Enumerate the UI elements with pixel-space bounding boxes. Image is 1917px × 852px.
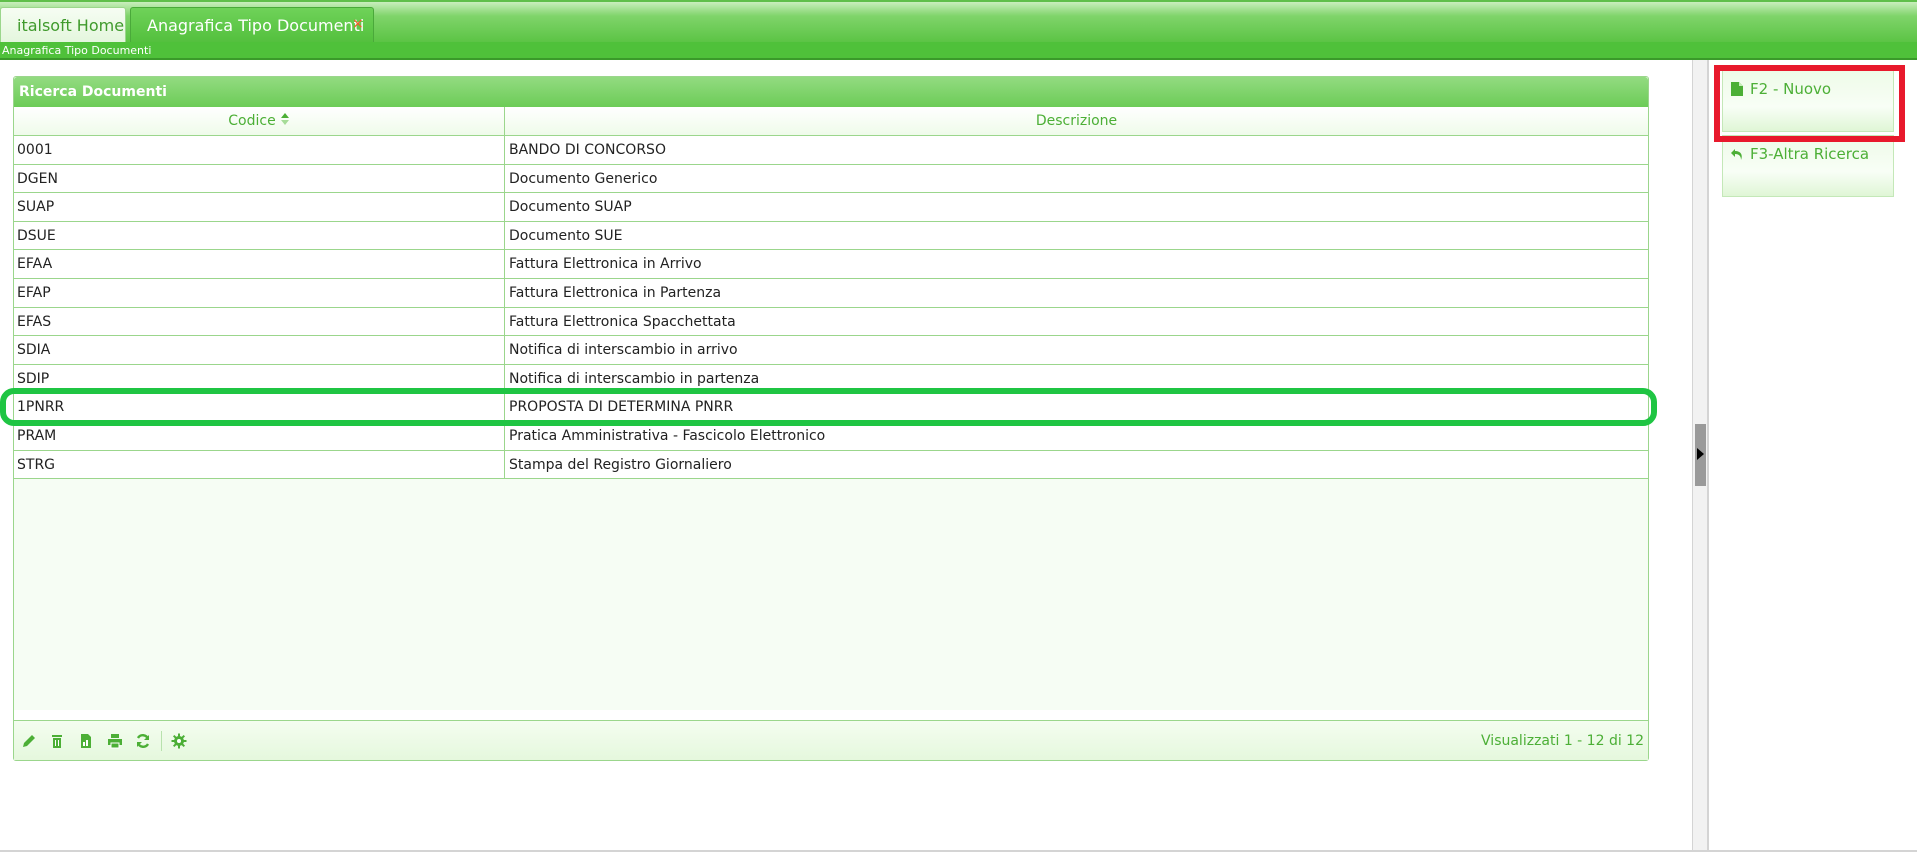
- gear-icon[interactable]: [171, 733, 187, 749]
- cell-code: PRAM: [14, 421, 505, 450]
- column-header-descrizione[interactable]: Descrizione: [505, 107, 1648, 136]
- cell-description: Stampa del Registro Giornaliero: [509, 456, 732, 473]
- table-row[interactable]: PRAM Pratica Amministrativa - Fascicolo E…: [14, 421, 1648, 451]
- table-row[interactable]: STRG Stampa del Registro Giornaliero: [14, 450, 1648, 480]
- grid-footer: Visualizzati 1 - 12 di 12: [14, 720, 1648, 760]
- cell-description: Documento Generico: [509, 170, 658, 187]
- export-icon[interactable]: [78, 733, 94, 749]
- tab-italsoft-home[interactable]: italsoft Home: [0, 7, 126, 44]
- highlight-new-button-annotation: [1714, 65, 1905, 142]
- actions-panel: F2 - Nuovo F3-Altra Ricerca: [1708, 60, 1917, 852]
- breadcrumb-bar: Anagrafica Tipo Documenti: [0, 42, 1917, 60]
- cell-code: 0001: [14, 136, 505, 164]
- table-row[interactable]: EFAA Fattura Elettronica in Arrivo: [14, 250, 1648, 279]
- cell-description: Fattura Elettronica in Partenza: [509, 284, 722, 301]
- cell-description: Documento SUE: [509, 227, 623, 244]
- other-search-button-label: F3-Altra Ricerca: [1750, 145, 1870, 163]
- cell-description: BANDO DI CONCORSO: [509, 142, 666, 158]
- column-header-codice-label: Codice: [228, 113, 276, 129]
- cell-code: SUAP: [14, 193, 505, 222]
- trash-icon[interactable]: [49, 733, 65, 749]
- tab-home-label: italsoft Home: [17, 16, 125, 35]
- table-row[interactable]: 0001 BANDO DI CONCORSO: [14, 136, 1648, 165]
- tab-active-label: Anagrafica Tipo Documenti: [147, 16, 365, 35]
- table-header: Codice Descrizione: [14, 107, 1648, 136]
- table-row[interactable]: EFAS Fattura Elettronica Spacchettata: [14, 307, 1648, 337]
- table-row[interactable]: DGEN Documento Generico: [14, 164, 1648, 194]
- tab-anagrafica-tipo-documenti[interactable]: Anagrafica Tipo Documenti: [130, 7, 374, 44]
- other-search-button[interactable]: F3-Altra Ricerca: [1722, 135, 1894, 197]
- undo-icon: [1731, 149, 1742, 160]
- column-header-descrizione-label: Descrizione: [1035, 113, 1118, 129]
- tab-bar: italsoft Home Anagrafica Tipo Documenti …: [0, 0, 1917, 44]
- sort-icon[interactable]: [280, 112, 290, 126]
- cell-code: EFAS: [14, 307, 505, 336]
- cell-code: DSUE: [14, 221, 505, 250]
- chevron-right-icon[interactable]: [1697, 448, 1704, 460]
- cell-code: SDIA: [14, 336, 505, 365]
- cell-code: EFAP: [14, 278, 505, 307]
- table-row[interactable]: SDIA Notifica di interscambio in arrivo: [14, 336, 1648, 365]
- panel-splitter[interactable]: [1692, 60, 1708, 852]
- close-tab-icon[interactable]: ×: [352, 17, 364, 31]
- cell-description: Documento SUAP: [509, 199, 632, 216]
- cell-code: STRG: [14, 450, 505, 479]
- cell-description: Fattura Elettronica Spacchettata: [509, 313, 736, 330]
- table-row[interactable]: SUAP Documento SUAP: [14, 193, 1648, 222]
- table-row[interactable]: EFAP Fattura Elettronica in Partenza: [14, 278, 1648, 308]
- panel-title: Ricerca Documenti: [14, 77, 1648, 107]
- table-row[interactable]: DSUE Documento SUE: [14, 221, 1648, 251]
- breadcrumb: Anagrafica Tipo Documenti: [2, 44, 152, 57]
- refresh-icon[interactable]: [135, 733, 151, 749]
- cell-description: Pratica Amministrativa - Fascicolo Elett…: [509, 427, 826, 444]
- column-header-codice[interactable]: Codice: [14, 107, 505, 136]
- pencil-icon[interactable]: [21, 733, 37, 749]
- pager-status: Visualizzati 1 - 12 di 12: [1481, 733, 1644, 749]
- highlight-row-annotation: [0, 388, 1657, 426]
- cell-description: Fattura Elettronica in Arrivo: [509, 256, 702, 273]
- footer-separator: [161, 731, 162, 751]
- cell-description: Notifica di interscambio in arrivo: [509, 342, 738, 359]
- print-icon[interactable]: [107, 733, 123, 749]
- cell-code: DGEN: [14, 164, 505, 193]
- cell-code: EFAA: [14, 250, 505, 279]
